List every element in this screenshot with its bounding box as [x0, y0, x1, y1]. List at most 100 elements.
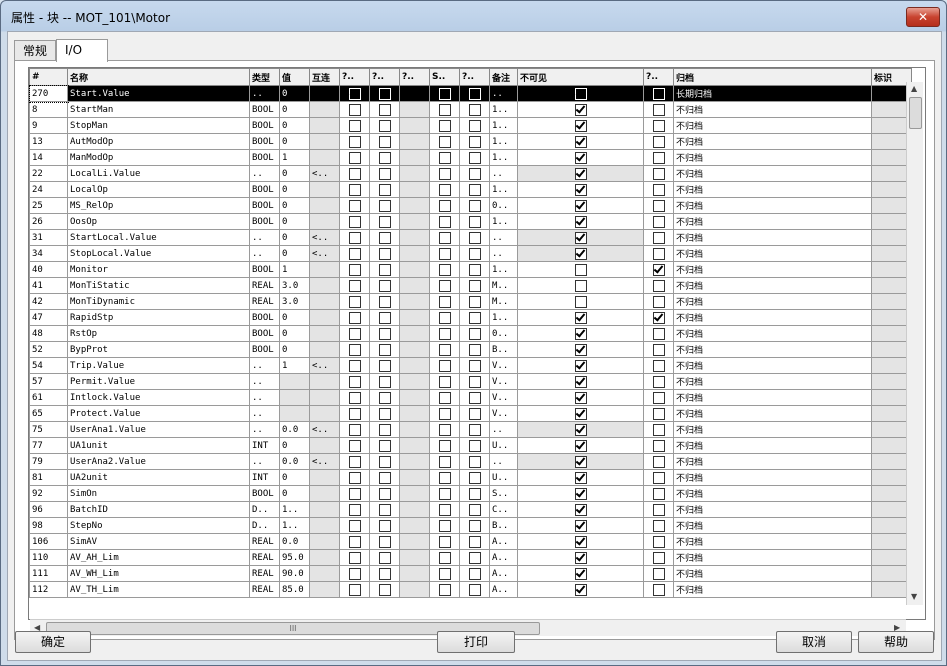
row-flag-s[interactable]: [429, 277, 460, 294]
checkbox[interactable]: [438, 215, 451, 228]
row-flag-1[interactable]: [339, 245, 370, 262]
row-flag-q[interactable]: [643, 373, 674, 390]
checkbox[interactable]: [348, 167, 361, 180]
checkbox[interactable]: [652, 135, 665, 148]
checkbox[interactable]: [438, 327, 451, 340]
row-flag-q[interactable]: [643, 133, 674, 150]
row-flag-2[interactable]: [369, 565, 400, 582]
row-interconnection[interactable]: [309, 581, 340, 598]
checkbox[interactable]: [378, 407, 391, 420]
row-flag-2[interactable]: [369, 261, 400, 278]
checkbox[interactable]: [652, 87, 665, 100]
row-name[interactable]: LocalOp: [67, 181, 250, 198]
row-flag-1[interactable]: [339, 149, 370, 166]
row-flag-4[interactable]: [459, 533, 490, 550]
row-flag-q[interactable]: [643, 245, 674, 262]
row-value[interactable]: 1..: [279, 517, 310, 534]
row-flag-2[interactable]: [369, 469, 400, 486]
checkbox[interactable]: [468, 359, 481, 372]
checkbox[interactable]: [438, 183, 451, 196]
checkbox[interactable]: [438, 359, 451, 372]
row-flag-q[interactable]: [643, 181, 674, 198]
row-interconnection[interactable]: [309, 117, 340, 134]
row-flag-q[interactable]: [643, 325, 674, 342]
row-number[interactable]: 42: [29, 293, 68, 310]
row-interconnection[interactable]: <..: [309, 453, 340, 470]
table-row[interactable]: 112 AV_TH_Lim REAL 85.0 A.. 不归档: [29, 581, 912, 598]
checkbox[interactable]: [348, 551, 361, 564]
row-type[interactable]: BOOL: [249, 197, 280, 214]
row-interconnection[interactable]: [309, 469, 340, 486]
row-invisible[interactable]: [517, 181, 644, 198]
row-flag-2[interactable]: [369, 485, 400, 502]
checkbox[interactable]: [348, 295, 361, 308]
row-remark[interactable]: ..: [489, 421, 518, 438]
checkbox[interactable]: [574, 551, 587, 564]
row-flag-1[interactable]: [339, 101, 370, 118]
row-flag-q[interactable]: [643, 453, 674, 470]
checkbox[interactable]: [652, 151, 665, 164]
row-flag-s[interactable]: [429, 293, 460, 310]
row-flag-q[interactable]: [643, 309, 674, 326]
row-value[interactable]: 0: [279, 229, 310, 246]
row-flag-s[interactable]: [429, 165, 460, 182]
checkbox[interactable]: [378, 263, 391, 276]
row-value[interactable]: 85.0: [279, 581, 310, 598]
row-number[interactable]: 81: [29, 469, 68, 486]
row-invisible[interactable]: [517, 533, 644, 550]
row-interconnection[interactable]: [309, 549, 340, 566]
checkbox[interactable]: [574, 567, 587, 580]
row-flag-s[interactable]: [429, 117, 460, 134]
row-flag-s[interactable]: [429, 421, 460, 438]
row-flag-4[interactable]: [459, 437, 490, 454]
row-name[interactable]: Trip.Value: [67, 357, 250, 374]
checkbox[interactable]: [468, 551, 481, 564]
row-archive[interactable]: 不归档: [673, 565, 872, 582]
checkbox[interactable]: [378, 231, 391, 244]
row-type[interactable]: REAL: [249, 293, 280, 310]
title-bar[interactable]: 属性 - 块 -- MOT_101\Motor ✕: [1, 1, 946, 31]
table-row[interactable]: 41 MonTiStatic REAL 3.0 M.. 不归档: [29, 277, 912, 294]
checkbox[interactable]: [574, 375, 587, 388]
row-flag-2[interactable]: [369, 165, 400, 182]
row-flag-q[interactable]: [643, 517, 674, 534]
row-type[interactable]: ..: [249, 389, 280, 406]
checkbox[interactable]: [438, 343, 451, 356]
row-value[interactable]: [279, 389, 310, 406]
table-row[interactable]: 31 StartLocal.Value.. 0 <.... 不归档: [29, 229, 912, 246]
row-remark[interactable]: A..: [489, 581, 518, 598]
table-row[interactable]: 26 OosOp BOOL 0 1.. 不归档: [29, 213, 912, 230]
checkbox[interactable]: [574, 407, 587, 420]
row-type[interactable]: REAL: [249, 565, 280, 582]
row-flag-q[interactable]: [643, 437, 674, 454]
row-remark[interactable]: ..: [489, 453, 518, 470]
row-flag-4[interactable]: [459, 517, 490, 534]
row-flag-2[interactable]: [369, 341, 400, 358]
checkbox[interactable]: [652, 247, 665, 260]
column-header[interactable]: ?..: [459, 68, 490, 86]
row-value[interactable]: 0: [279, 101, 310, 118]
row-value[interactable]: 3.0: [279, 277, 310, 294]
row-remark[interactable]: B..: [489, 341, 518, 358]
row-invisible[interactable]: [517, 421, 644, 438]
row-flag-4[interactable]: [459, 485, 490, 502]
checkbox[interactable]: [574, 391, 587, 404]
checkbox[interactable]: [652, 503, 665, 516]
checkbox[interactable]: [378, 423, 391, 436]
checkbox[interactable]: [438, 535, 451, 548]
checkbox[interactable]: [652, 471, 665, 484]
row-archive[interactable]: 不归档: [673, 517, 872, 534]
row-remark[interactable]: V..: [489, 373, 518, 390]
row-name[interactable]: Monitor: [67, 261, 250, 278]
row-number[interactable]: 41: [29, 277, 68, 294]
row-number[interactable]: 8: [29, 101, 68, 118]
table-row[interactable]: 9 StopMan BOOL 0 1.. 不归档: [29, 117, 912, 134]
checkbox[interactable]: [348, 567, 361, 580]
checkbox[interactable]: [652, 551, 665, 564]
row-interconnection[interactable]: [309, 373, 340, 390]
checkbox[interactable]: [574, 343, 587, 356]
row-archive[interactable]: 不归档: [673, 213, 872, 230]
row-flag-1[interactable]: [339, 485, 370, 502]
row-flag-1[interactable]: [339, 117, 370, 134]
row-interconnection[interactable]: [309, 213, 340, 230]
